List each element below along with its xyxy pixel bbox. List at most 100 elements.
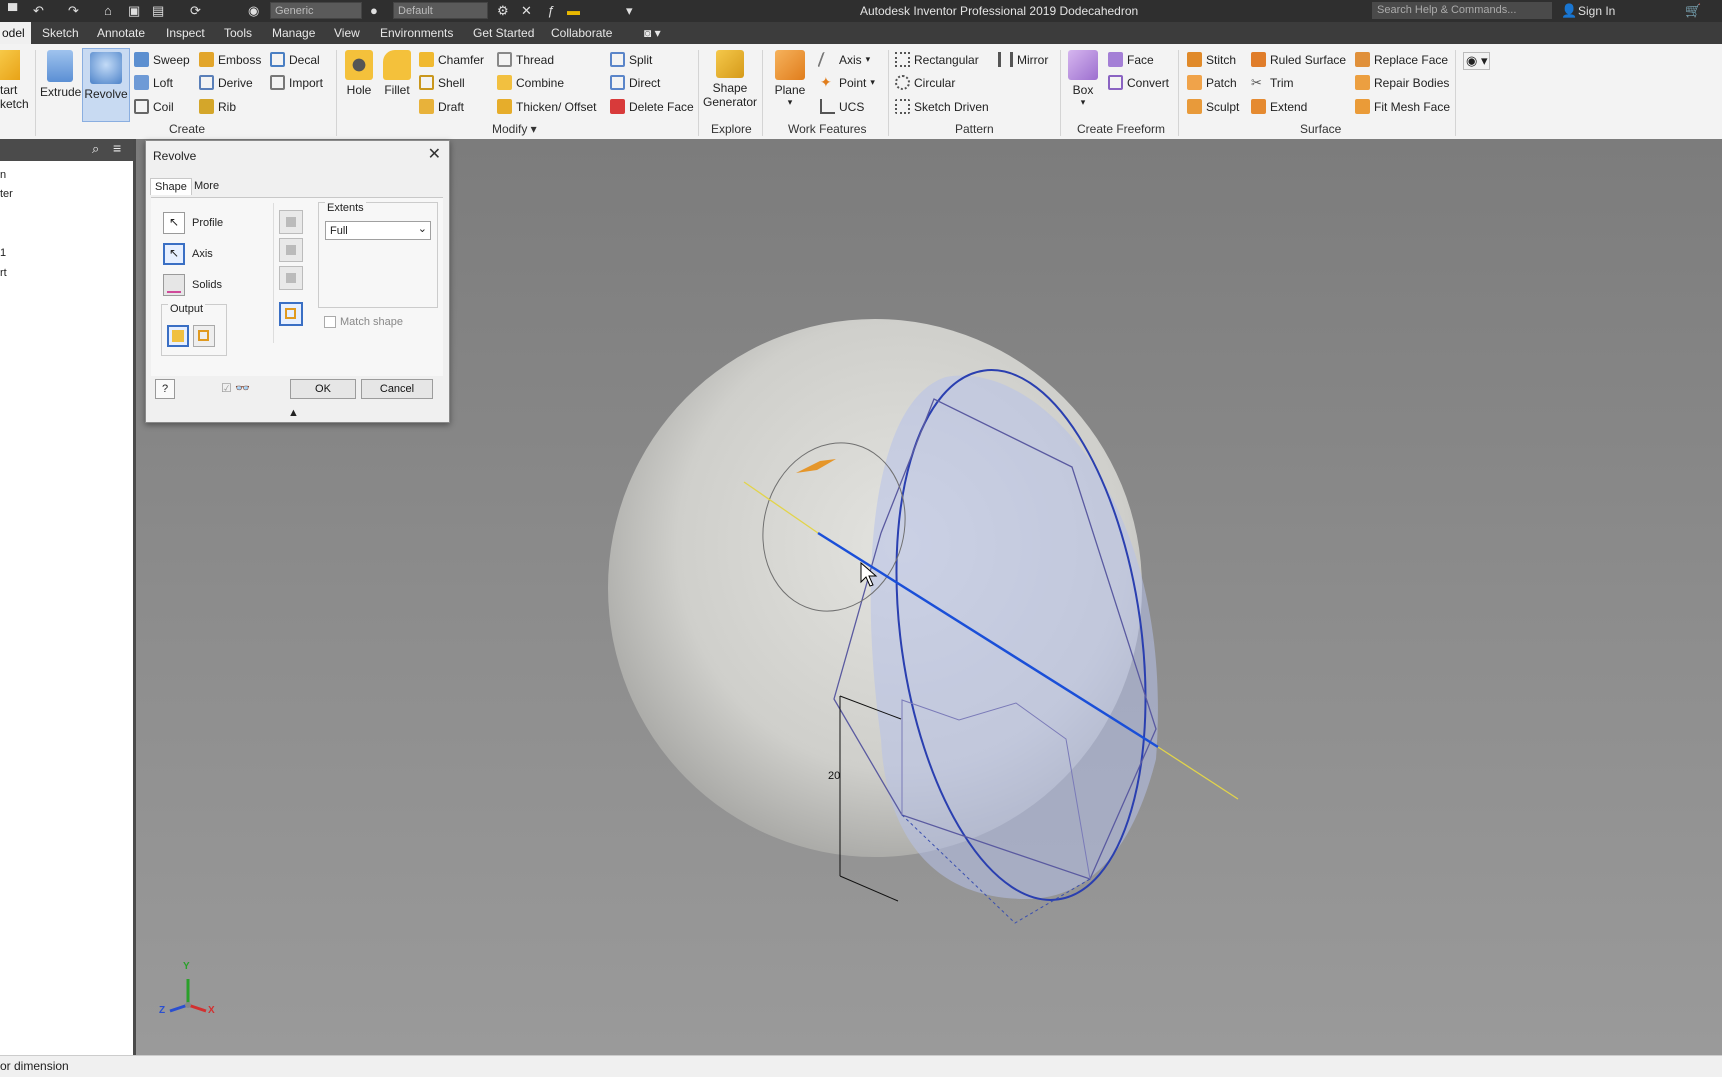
start-sketch-button[interactable]: tart ketch [0,50,32,111]
tab-get-started[interactable]: Get Started [473,26,534,40]
ucs-button[interactable]: UCS [820,99,864,114]
tab-shape[interactable]: Shape [150,178,192,195]
help-icon[interactable]: ? [155,379,175,399]
customize-quick-access-icon[interactable]: ▾ [626,3,633,19]
loft-button[interactable]: Loft [134,75,173,90]
tab-manage[interactable]: Manage [272,26,315,40]
stitch-button[interactable]: Stitch [1187,52,1236,67]
fillet-button[interactable]: Fillet [380,50,414,97]
tab-view[interactable]: View [334,26,360,40]
undo-icon[interactable]: ↶ [33,3,44,19]
tab-annotate[interactable]: Annotate [97,26,145,40]
sketch-driven-pattern-button[interactable]: Sketch Driven [895,99,989,114]
output-solid-button[interactable] [167,325,189,347]
selected-profile-region[interactable] [870,375,1158,899]
search-input[interactable]: Search Help & Commands... [1372,2,1552,19]
combine-button[interactable]: Combine [497,75,564,90]
checkbox-box[interactable] [324,316,336,328]
browser-item[interactable]: rt [0,267,7,279]
repair-bodies-button[interactable]: Repair Bodies [1355,75,1449,90]
thread-button[interactable]: Thread [497,52,554,67]
tab-sketch[interactable]: Sketch [42,26,79,40]
browser-item[interactable]: ter [0,188,13,200]
plane-dropdown-icon[interactable]: ▾ [770,97,810,108]
axis-button[interactable]: Axis ▾ [817,52,870,67]
ruled-surface-button[interactable]: Ruled Surface [1251,52,1346,67]
print-icon[interactable]: ▤ [152,3,164,19]
symmetric-button[interactable] [279,266,303,290]
camera-dropdown-icon[interactable]: ◙ ▾ [644,26,661,40]
sign-in-link[interactable]: Sign In [1578,4,1615,18]
chamfer-button[interactable]: Chamfer [419,52,484,67]
direct-button[interactable]: Direct [610,75,660,90]
patch-button[interactable]: Patch [1187,75,1237,90]
cart-icon[interactable]: 🛒 [1685,3,1701,19]
tab-more[interactable]: More [190,178,223,194]
material-combo[interactable]: Generic [270,2,362,19]
adjust-icon[interactable]: ⚙ [497,3,509,19]
extrude-button[interactable]: Extrude [40,50,81,120]
emboss-button[interactable]: Emboss [199,52,261,67]
tab-tools[interactable]: Tools [224,26,252,40]
decal-button[interactable]: Decal [270,52,320,67]
expand-dialog-icon[interactable]: ▲ [288,407,299,419]
thicken-offset-button[interactable]: Thicken/ Offset [497,99,596,114]
sweep-button[interactable]: Sweep [134,52,190,67]
mirror-button[interactable]: Mirror [998,52,1048,67]
profile-selector[interactable]: ↖ Profile [163,212,223,234]
browser-item[interactable]: n [0,169,6,181]
split-button[interactable]: Split [610,52,652,67]
axis-select-arrow-icon[interactable]: ↖ [163,243,185,265]
sculpt-button[interactable]: Sculpt [1187,99,1239,114]
freeform-box-button[interactable]: Box ▾ [1066,50,1100,108]
circular-pattern-button[interactable]: Circular [895,75,955,90]
direction-1-button[interactable] [279,210,303,234]
tab-collaborate[interactable]: Collaborate [551,26,612,40]
browser-search-icon[interactable]: ⌕ [92,141,99,157]
redo-icon[interactable]: ↷ [68,3,79,19]
draft-button[interactable]: Draft [419,99,464,114]
appearance-combo[interactable]: Default [393,2,488,19]
fit-mesh-face-button[interactable]: Fit Mesh Face [1355,99,1450,114]
shell-button[interactable]: Shell [419,75,465,90]
group-label-modify[interactable]: Modify ▾ [492,122,537,136]
tab-environments[interactable]: Environments [380,26,453,40]
plane-button[interactable]: Plane ▾ [770,50,810,108]
save-icon[interactable]: ▣ [128,3,140,19]
match-shape-checkbox[interactable]: Match shape [324,316,403,328]
rib-button[interactable]: Rib [199,99,236,114]
globe-icon[interactable]: ◉ [248,3,259,19]
coil-button[interactable]: Coil [134,99,174,114]
output-surface-button[interactable] [193,325,215,347]
tab-inspect[interactable]: Inspect [166,26,205,40]
cancel-button[interactable]: Cancel [361,379,433,399]
freeform-face-button[interactable]: Face [1108,52,1154,67]
dimension-value[interactable]: 20 [828,770,840,782]
replace-face-button[interactable]: Replace Face [1355,52,1448,67]
solids-icon[interactable] [163,274,185,296]
clear-override-icon[interactable]: ✕ [521,3,532,19]
close-icon[interactable]: ✕ [428,144,441,164]
fx-icon[interactable]: ƒ [547,3,554,18]
color-icon[interactable]: ▬ [567,3,580,18]
freeform-convert-button[interactable]: Convert [1108,75,1169,90]
tab-model[interactable]: odel [0,22,31,44]
shape-generator-button[interactable]: Shape Generator [702,50,758,109]
point-button[interactable]: ✦ Point ▾ [820,75,875,90]
extents-select[interactable]: Full ⌄ [325,221,431,240]
update-icon[interactable]: ⟳ [190,3,201,19]
delete-face-button[interactable]: Delete Face [610,99,694,114]
direction-2-button[interactable] [279,238,303,262]
panel-options-button[interactable]: ◉ ▾ [1463,52,1491,70]
home-icon[interactable]: ⌂ [104,3,112,18]
browser-item[interactable]: 1 [0,247,6,259]
axis-selector[interactable]: ↖ Axis [163,243,213,265]
extend-button[interactable]: Extend [1251,99,1307,114]
browser-menu-icon[interactable]: ≡ [113,140,121,156]
ok-button[interactable]: OK [290,379,356,399]
solids-selector[interactable]: Solids [163,274,222,296]
trim-button[interactable]: ✂ Trim [1251,75,1294,90]
derive-button[interactable]: Derive [199,75,253,90]
asymmetric-button[interactable] [279,302,303,326]
rectangular-pattern-button[interactable]: Rectangular [895,52,979,67]
